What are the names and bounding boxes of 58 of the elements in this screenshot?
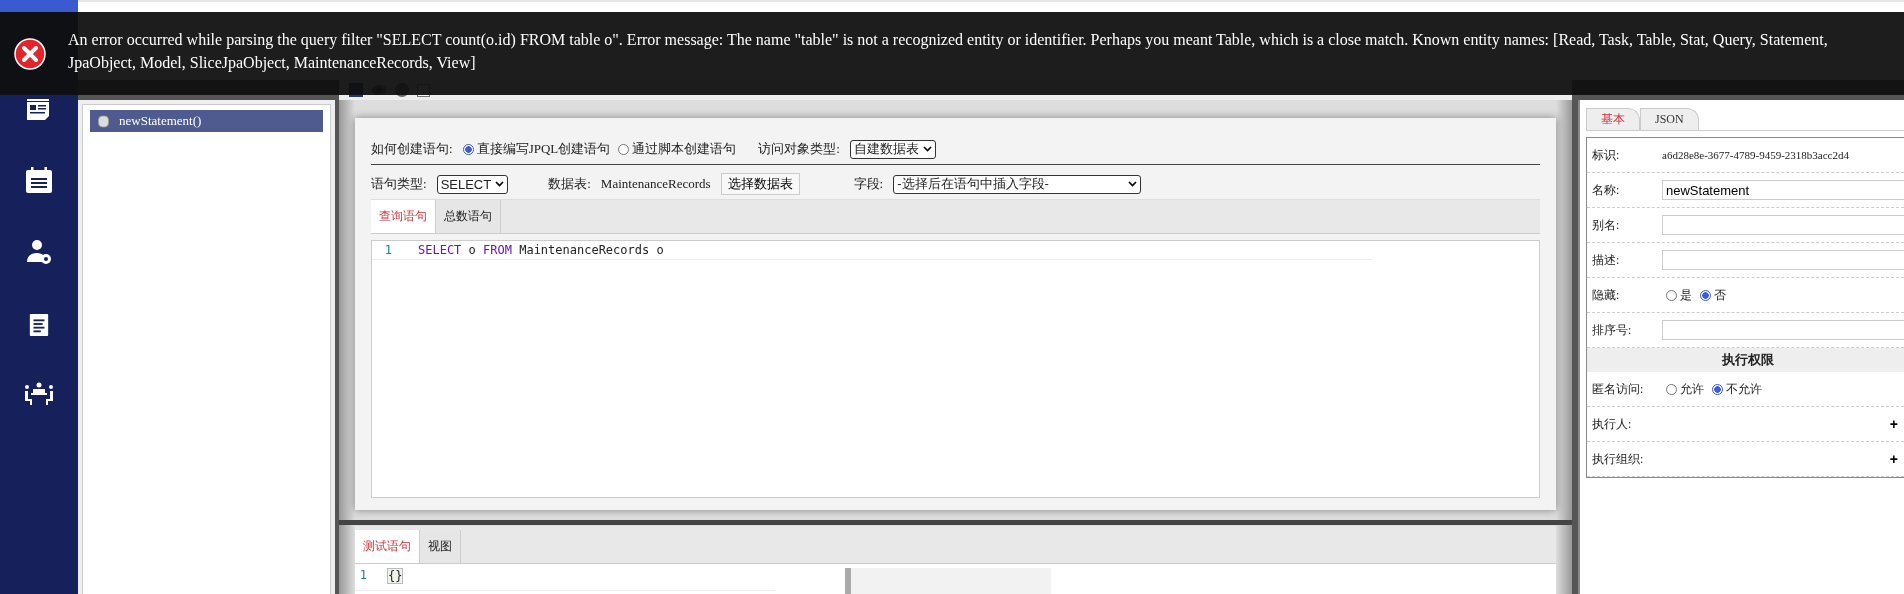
caret-icon	[1128, 181, 1138, 187]
field-label: 字段:	[853, 175, 884, 193]
select-table-button[interactable]: 选择数据表	[720, 173, 800, 195]
radio-button[interactable]	[462, 143, 474, 155]
radio-label: 否	[1714, 286, 1726, 304]
field-label: 标识:	[1592, 146, 1621, 164]
field-label: 排序号:	[1592, 321, 1633, 339]
field-label: 执行组织:	[1592, 450, 1645, 468]
code-line: SELECT o FROM MaintenanceRecords o	[418, 243, 664, 257]
line-number: 1	[383, 243, 392, 257]
field-label: 别名:	[1592, 216, 1621, 234]
error-message: An error occurred while parsing the query filter "SELECT count(o.id) FROM table o". Error message: The name "table" is not a recognized entity or identifier. Perhaps you meant Table, which is a close match. Known entity names: [Read, Task, Table, Stat, Query, Statement, JpaObject, Model, SliceJpaObject, MaintenanceRecords, View]	[68, 30, 1829, 74]
field-label: 访问对象类型:	[758, 140, 840, 158]
caret-icon	[922, 146, 932, 152]
radio-button[interactable]	[1666, 383, 1677, 395]
field-label: 语句类型:	[371, 175, 427, 193]
field-label: 执行人:	[1592, 415, 1633, 433]
input-field[interactable]	[1662, 215, 1904, 235]
radio-label: 不允许	[1726, 380, 1762, 398]
add-button[interactable]: +	[1889, 416, 1898, 432]
table-name: MaintenanceRecords	[600, 176, 711, 192]
radio-label: 通过脚本创建语句	[632, 140, 737, 158]
tree-item[interactable]: newStatement()	[90, 110, 323, 132]
select-dropdown[interactable]: -选择后在语句中插入字段-	[893, 174, 1142, 194]
select-dropdown[interactable]: SELECT	[436, 174, 509, 194]
radio-button[interactable]	[618, 143, 630, 155]
code-editor[interactable]: 1 {}	[355, 568, 775, 591]
input-field[interactable]	[1662, 250, 1904, 270]
tab[interactable]: 测试语句	[355, 530, 420, 563]
field-label: 隐藏:	[1592, 286, 1621, 304]
radio-button[interactable]	[1666, 289, 1677, 301]
calendar-icon[interactable]	[25, 166, 53, 194]
input-field[interactable]	[1662, 320, 1904, 340]
radio-label: 直接编写JPQL创建语句	[476, 140, 611, 158]
radio-label: 是	[1680, 286, 1692, 304]
radio-button[interactable]	[1712, 383, 1723, 395]
meeting-icon[interactable]	[23, 382, 55, 406]
select-dropdown[interactable]: 自建数据表	[849, 139, 936, 159]
user-gear-icon[interactable]	[25, 238, 53, 266]
field-label: 数据表:	[548, 175, 591, 193]
input-field[interactable]: newStatement	[1662, 180, 1904, 200]
field-value: a6d28e8e-3677-4789-9459-2318b3acc2d4	[1662, 149, 1849, 161]
line-number: 1	[358, 568, 367, 582]
field-label: 描述:	[1592, 251, 1621, 269]
radio-button[interactable]	[1700, 289, 1711, 301]
add-button[interactable]: +	[1889, 451, 1898, 467]
caret-icon	[495, 181, 505, 187]
error-icon	[14, 38, 46, 70]
database-icon	[98, 114, 109, 128]
code-editor[interactable]: 1 SELECT o FROM MaintenanceRecords o	[371, 240, 1540, 498]
section-title: 执行权限	[1722, 351, 1774, 369]
field-label: 如何创建语句:	[371, 140, 453, 158]
field-label: 匿名访问:	[1592, 380, 1645, 398]
tab[interactable]: 基本	[1586, 108, 1640, 130]
tab[interactable]: 查询语句	[371, 200, 436, 233]
field-label: 名称:	[1592, 181, 1621, 199]
radio-label: 允许	[1680, 380, 1704, 398]
tab[interactable]: JSON	[1640, 108, 1699, 130]
